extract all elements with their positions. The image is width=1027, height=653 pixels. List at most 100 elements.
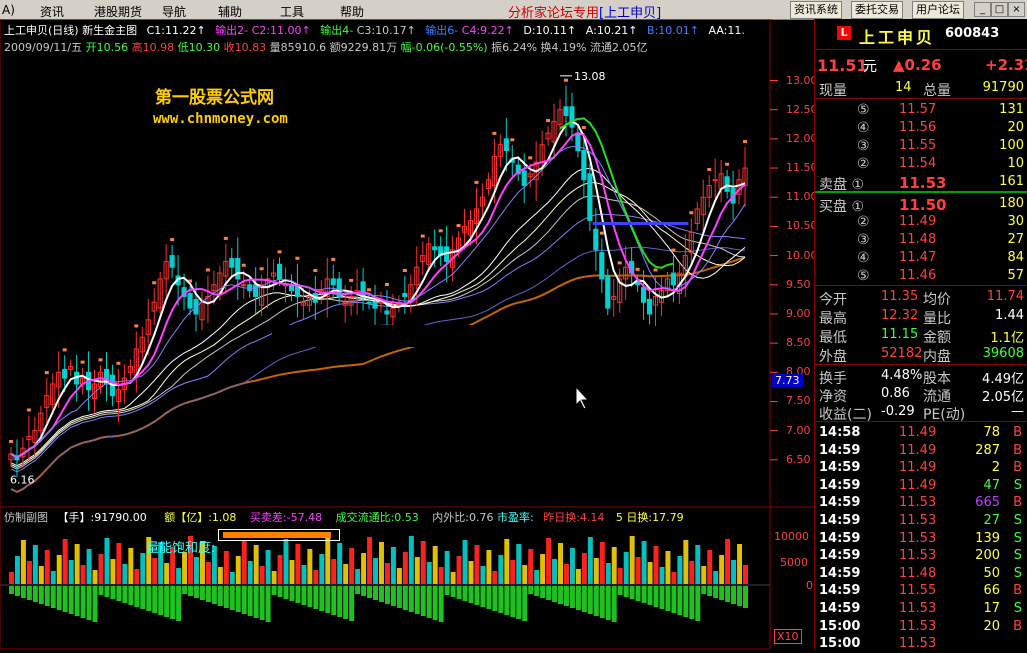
volume-bar	[229, 572, 235, 584]
tick-row[interactable]: 15:00 11.53	[815, 635, 1027, 653]
volume-bar	[665, 551, 671, 584]
signal-dot	[707, 168, 712, 172]
candle-body	[366, 301, 372, 304]
buy-order-row[interactable]: ⑤ 11.46 57	[815, 267, 1027, 285]
volume-neg-bar	[355, 586, 361, 594]
trade-button[interactable]: 委托交易	[851, 1, 903, 19]
price-axis-label: 7.00	[786, 423, 811, 437]
tick-row[interactable]: 14:59 11.49 47 S	[815, 477, 1027, 495]
volume-bar	[86, 549, 92, 584]
sell-level: ②	[857, 156, 870, 172]
tick-row[interactable]: 14:59 11.55 66 B	[815, 582, 1027, 600]
menu-item-a[interactable]: A)	[2, 3, 15, 17]
tick-row[interactable]: 14:59 11.49 2 B	[815, 459, 1027, 477]
menu-item-navigate[interactable]: 导航	[162, 3, 186, 20]
tick-row[interactable]: 14:59 11.49 287 B	[815, 442, 1027, 460]
volume-bar	[32, 545, 38, 584]
volume-bar	[140, 553, 146, 584]
tick-row[interactable]: 15:00 11.53 20 B	[815, 618, 1027, 636]
sub-axis-0: 0	[806, 579, 813, 592]
stat-value: 4.48%	[881, 368, 923, 383]
buy-order-row[interactable]: ④ 11.47 84	[815, 249, 1027, 267]
volume-neg-bar	[444, 586, 450, 595]
price-change-pct: +2.31	[985, 56, 1027, 74]
ma-d: D:10.11↑	[523, 24, 577, 37]
menu-item-info[interactable]: 资讯	[40, 3, 64, 20]
buy-order-row[interactable]: ③ 11.48 27	[815, 231, 1027, 249]
volume-neg-bar	[713, 586, 719, 598]
volume-neg-bar	[337, 586, 343, 617]
close-icon[interactable]: ×	[1008, 2, 1025, 17]
volume-bar	[701, 566, 707, 584]
volume-neg-bar	[56, 586, 62, 610]
user-forum-button[interactable]: 用户论坛	[912, 1, 964, 19]
volume-neg-bar	[581, 586, 587, 612]
volume-neg-bar	[194, 586, 199, 598]
volume-neg-bar	[307, 586, 313, 607]
volume-bar	[128, 548, 134, 584]
volume-bar	[504, 539, 510, 584]
candle-body	[235, 257, 241, 280]
candle-body	[581, 150, 587, 181]
signal-dot	[384, 283, 389, 287]
short-ma-line	[10, 131, 746, 459]
minimize-icon[interactable]: _	[974, 2, 991, 17]
candle-body	[593, 228, 599, 251]
signal-dot	[152, 281, 157, 285]
volume-neg-bar	[122, 586, 128, 603]
menu-item-help[interactable]: 帮助	[340, 3, 364, 20]
volume-bar	[492, 571, 498, 584]
sub-name: 仿制副图	[4, 511, 48, 524]
volume-neg-bar	[32, 586, 38, 602]
signal-dot	[367, 288, 372, 292]
sell-order-row[interactable]: ⑤ 11.57 131	[815, 101, 1027, 119]
tick-row[interactable]: 14:59 11.53 139 S	[815, 530, 1027, 548]
volume-bar	[110, 559, 116, 584]
volume-bar	[223, 551, 229, 584]
sell-order-row[interactable]: ④ 11.56 20	[815, 119, 1027, 137]
ma-c3: C3:10.17↑	[356, 24, 416, 37]
sell-order-row[interactable]: ② 11.54 10	[815, 155, 1027, 173]
volume-neg-bar	[522, 586, 528, 621]
signal-dot	[743, 140, 748, 144]
divider	[815, 98, 1027, 99]
volume-bar	[623, 552, 629, 584]
tick-time: 14:59	[819, 442, 861, 458]
volume-bar	[641, 541, 647, 584]
tick-row[interactable]: 14:59 11.53 200 S	[815, 547, 1027, 565]
sell-order-row[interactable]: ③ 11.55 100	[815, 137, 1027, 155]
sub-buysell: 买卖差:-57.48	[249, 511, 323, 524]
moving-average-line	[10, 246, 746, 493]
volume-bar	[432, 546, 438, 584]
volume-bar	[408, 536, 414, 584]
signal-dot	[402, 268, 407, 272]
candle-body	[253, 284, 259, 297]
buy-order-row[interactable]: 买盘 ① 11.50 180	[815, 195, 1027, 215]
volume-neg-bar	[569, 586, 575, 608]
menu-item-tools[interactable]: 工具	[280, 3, 304, 20]
signal-dot	[116, 361, 121, 365]
kline-chart-area[interactable]: 13.08 6.16 上工申贝(日线) 新生金主图 C1:11.22↑ 输出2- …	[0, 19, 818, 649]
volume-bar	[474, 545, 480, 584]
tick-row[interactable]: 14:59 11.53 17 S	[815, 600, 1027, 618]
signal-dot	[170, 238, 175, 242]
maximize-icon[interactable]: □	[991, 2, 1008, 17]
menu-item-assist[interactable]: 辅助	[218, 3, 242, 20]
label-mask	[272, 325, 562, 347]
tick-row[interactable]: 14:59 11.53 665 B	[815, 494, 1027, 512]
volume-neg-bar	[659, 586, 665, 609]
stat-value: —	[1011, 404, 1024, 419]
tick-row[interactable]: 14:59 11.53 27 S	[815, 512, 1027, 530]
menu-item-hk-futures[interactable]: 港股期货	[94, 3, 142, 20]
tick-row[interactable]: 14:58 11.49 78 B	[815, 424, 1027, 442]
buy-order-row[interactable]: ② 11.49 30	[815, 213, 1027, 231]
volume-neg-bar	[737, 586, 743, 606]
high-marker: 13.08	[574, 70, 606, 83]
info-system-button[interactable]: 资讯系统	[790, 1, 842, 19]
signal-dot	[689, 211, 694, 215]
signal-dot	[80, 360, 85, 364]
sell-order-row[interactable]: 卖盘 ① 11.53 161	[815, 173, 1027, 193]
ma-out2: 输出2-	[215, 24, 249, 37]
tick-row[interactable]: 14:59 11.48 50 S	[815, 565, 1027, 583]
buy-volume: 84	[1007, 250, 1024, 265]
